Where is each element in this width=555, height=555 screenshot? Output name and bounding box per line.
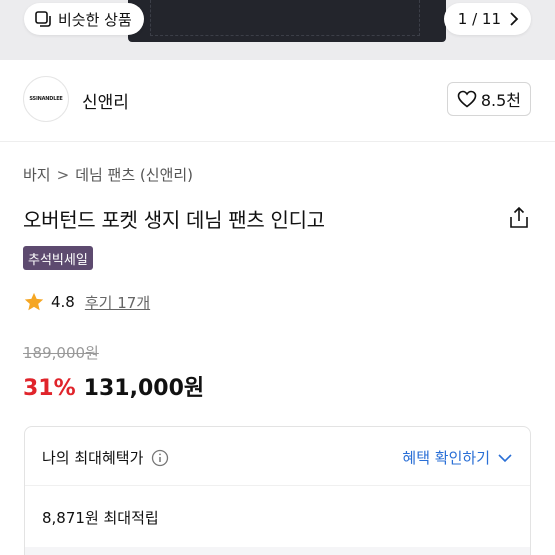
- chevron-right-separator-icon: >: [56, 165, 70, 184]
- divider: [25, 485, 530, 486]
- check-benefits-label: 혜택 확인하기: [402, 449, 490, 467]
- max-benefit-heading: 나의 최대혜택가: [42, 447, 169, 468]
- similar-items-icon: [35, 11, 51, 27]
- store-logo[interactable]: SSINANDLEE: [23, 76, 69, 122]
- heart-icon: [457, 90, 477, 108]
- share-icon[interactable]: [508, 206, 530, 230]
- max-points-text: 8,871원 최대적립: [42, 509, 159, 527]
- breadcrumb-subcategory[interactable]: 데님 팬츠 (신앤리): [75, 164, 193, 185]
- max-benefit-card: 나의 최대혜택가 혜택 확인하기 8,871원 최대적립: [24, 426, 531, 555]
- chevron-right-icon: [510, 12, 519, 26]
- sale-price: 131,000원: [83, 376, 205, 401]
- product-image-stitching: [150, 0, 420, 36]
- check-benefits-button[interactable]: 혜택 확인하기: [402, 447, 512, 468]
- discount-rate: 31%: [23, 376, 76, 401]
- similar-products-label: 비슷한 상품: [58, 10, 132, 29]
- product-image-carousel[interactable]: 비슷한 상품 1 / 11: [0, 0, 555, 60]
- original-price: 189,000원: [23, 344, 99, 362]
- store-row: SSINANDLEE 신앤리 8.5천: [0, 60, 555, 142]
- store-logo-text: SSINANDLEE: [29, 96, 63, 102]
- breadcrumb-category[interactable]: 바지: [23, 164, 51, 185]
- rating-row: 4.8 후기 17개: [23, 291, 150, 313]
- info-icon[interactable]: [151, 449, 169, 467]
- store-like-button[interactable]: 8.5천: [446, 82, 531, 116]
- product-title: 오버턴드 포켓 생지 데님 팬츠 인디고: [23, 208, 325, 232]
- store-name[interactable]: 신앤리: [82, 88, 129, 113]
- similar-products-button[interactable]: 비슷한 상품: [24, 3, 144, 35]
- star-icon: [24, 292, 44, 311]
- price-row: 31% 131,000원: [23, 370, 204, 402]
- review-count-link[interactable]: 후기 17개: [85, 292, 150, 313]
- max-benefit-label: 나의 최대혜택가: [42, 449, 144, 467]
- chevron-down-icon: [498, 453, 512, 462]
- store-like-count: 8.5천: [480, 91, 521, 110]
- breadcrumb: 바지 > 데님 팬츠 (신앤리): [23, 164, 193, 185]
- image-page-indicator[interactable]: 1 / 11: [443, 3, 531, 35]
- benefit-card-footer: [25, 547, 530, 555]
- sale-badge: 추석빅세일: [23, 246, 93, 270]
- rating-value: 4.8: [51, 293, 75, 311]
- page-indicator-text: 1 / 11: [457, 10, 501, 28]
